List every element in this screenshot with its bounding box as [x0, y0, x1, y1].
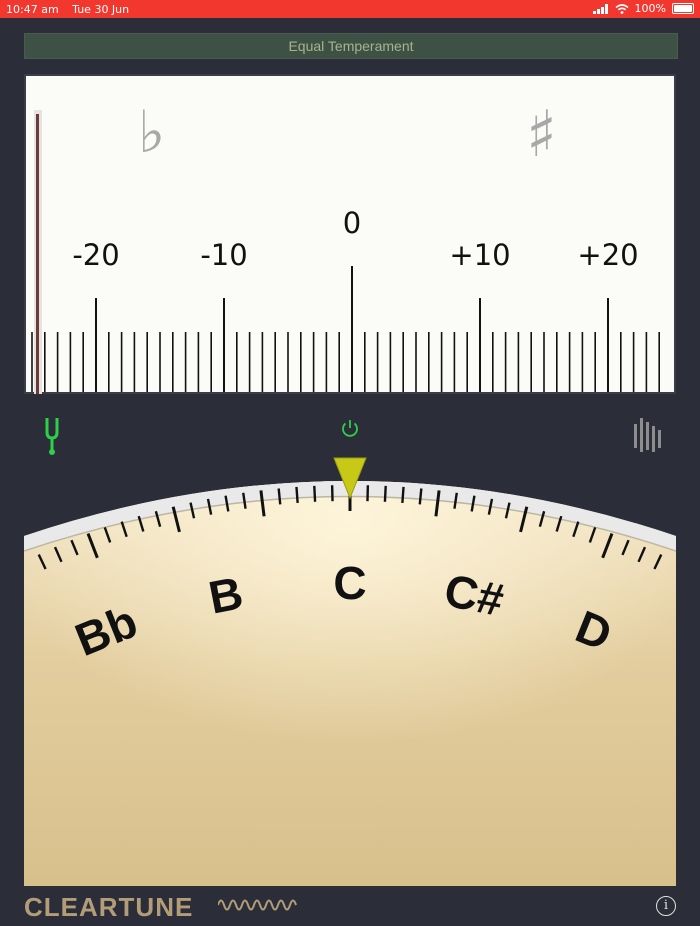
dial-note-c: C: [333, 557, 366, 609]
signal-icon: [592, 3, 608, 14]
note-dial[interactable]: Bb B C C#D: [24, 456, 676, 886]
status-time: 10:47 am: [6, 3, 59, 16]
info-icon[interactable]: i: [656, 896, 676, 916]
status-bar: 10:47 am Tue 30 Jun 100%: [0, 0, 700, 18]
dial-tick: [401, 486, 405, 504]
battery-icon: [672, 3, 694, 14]
waveform-mode-icon[interactable]: [632, 416, 662, 454]
dial-tick: [277, 488, 282, 505]
cleartune-logo: CLEARTUNE: [24, 892, 194, 922]
temperament-selector[interactable]: Equal Temperament: [24, 33, 678, 59]
status-date: Tue 30 Jun: [72, 3, 130, 16]
battery-percent: 100%: [634, 2, 666, 15]
dial-tick: [383, 485, 387, 502]
dial-tick: [418, 488, 423, 505]
dial-tick: [295, 486, 299, 504]
power-icon[interactable]: [340, 418, 360, 438]
logo-waveform-icon: [218, 899, 297, 911]
cents-scale-ticks: [31, 266, 661, 392]
dial-note-csharp: C#: [440, 564, 508, 626]
dial-tick: [313, 485, 317, 502]
tuning-fork-icon[interactable]: [44, 418, 60, 456]
cents-meter: ♭ ♯ -20 -10 0 +10 +20: [24, 74, 676, 394]
wifi-icon: [615, 3, 629, 14]
